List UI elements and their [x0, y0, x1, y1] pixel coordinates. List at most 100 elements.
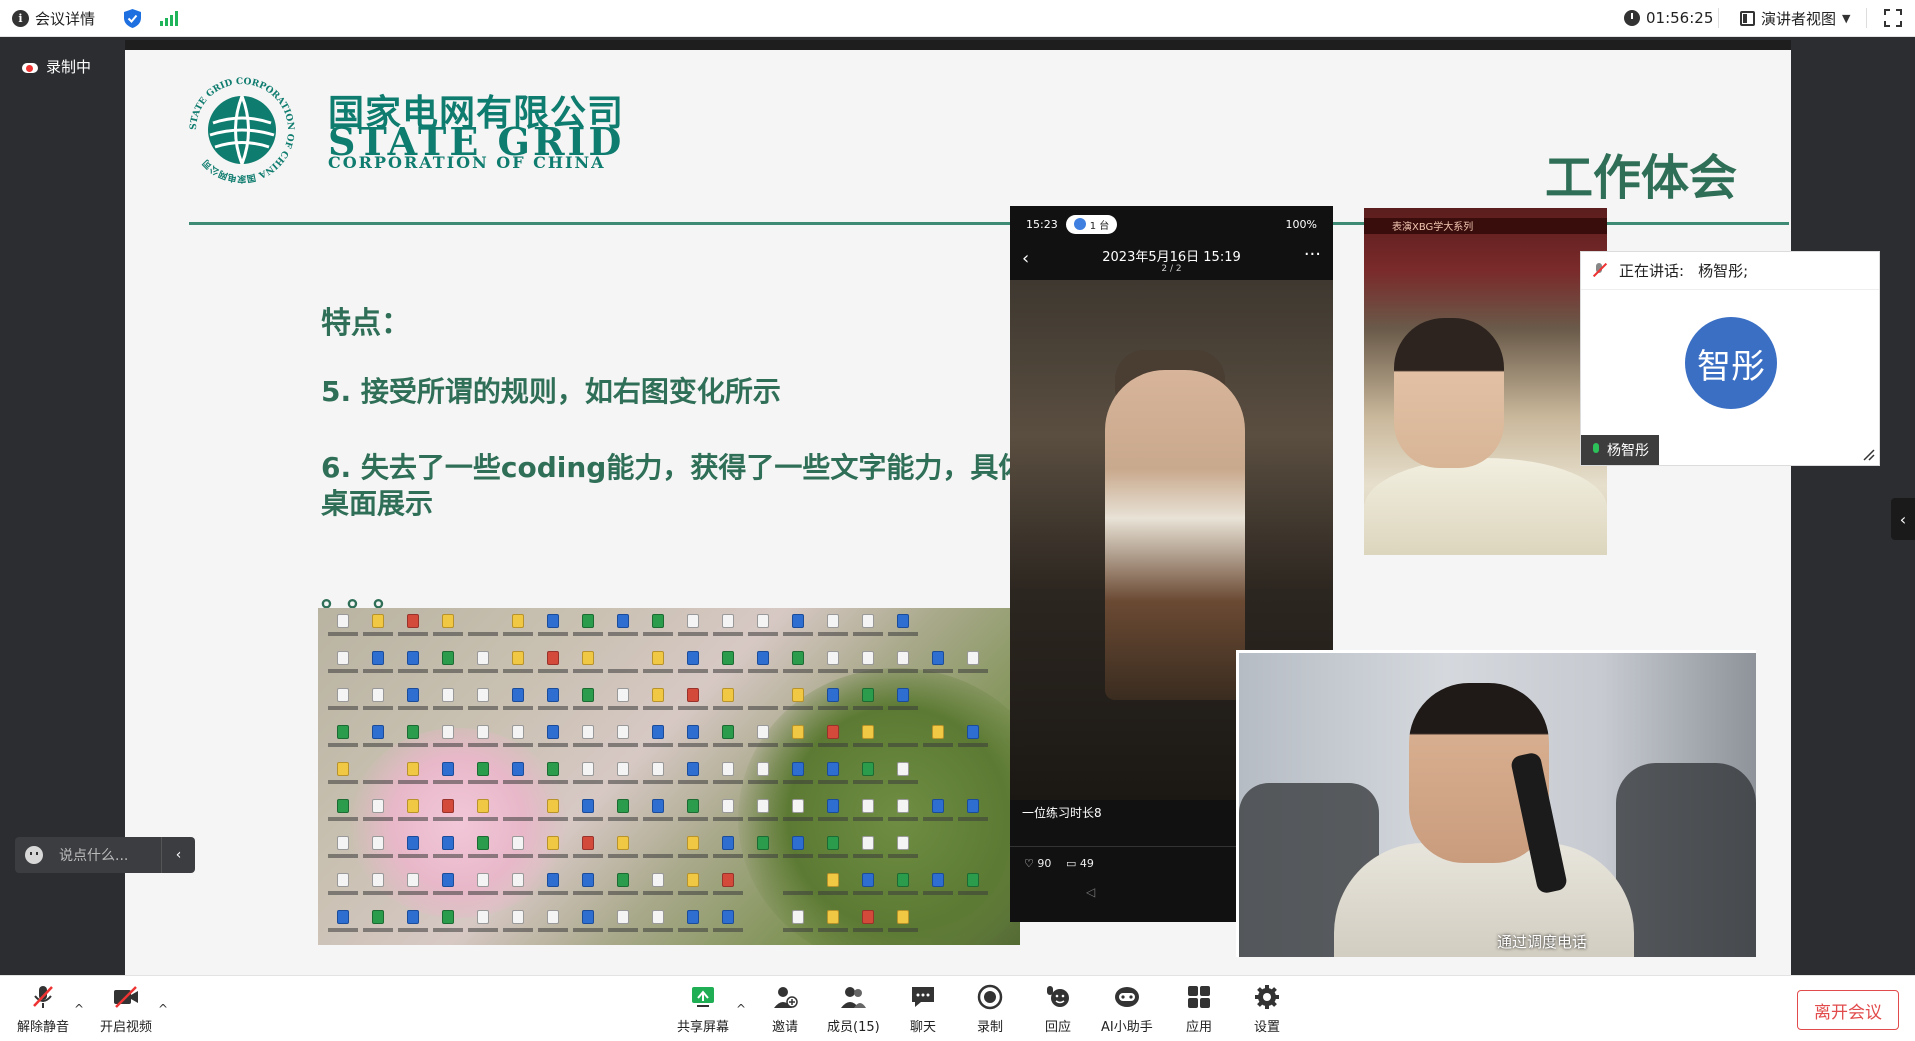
desktop-file-icon — [781, 799, 815, 836]
desktop-file-icon — [501, 614, 535, 651]
slide-top-border — [125, 40, 1791, 50]
invite-button[interactable]: 邀请 — [771, 984, 799, 1035]
desktop-file-icon — [536, 651, 570, 688]
desktop-file-icon — [536, 762, 570, 799]
expand-sidebar-button[interactable]: ‹ — [1891, 498, 1915, 540]
ai-assistant-button[interactable]: AI小助手 — [1101, 984, 1153, 1035]
settings-button[interactable]: 设置 — [1253, 984, 1281, 1035]
video-options-caret[interactable]: ^ — [158, 1002, 168, 1016]
desktop-file-icon — [851, 725, 885, 762]
desktop-file-icon — [921, 910, 955, 945]
desktop-file-icon — [676, 836, 710, 873]
desktop-file-icon — [396, 799, 430, 836]
desktop-file-icon — [536, 688, 570, 725]
desktop-file-icon — [466, 725, 500, 762]
desktop-file-icon — [501, 651, 535, 688]
desktop-file-icon — [431, 725, 465, 762]
chat-button[interactable]: 聊天 — [909, 984, 937, 1035]
desktop-file-icon — [606, 688, 640, 725]
desktop-file-icon — [326, 836, 360, 873]
desktop-file-icon — [781, 614, 815, 651]
phone-battery: 100% — [1285, 217, 1317, 231]
desktop-file-icon — [431, 762, 465, 799]
reaction-button[interactable]: 回应 — [1044, 984, 1072, 1035]
desktop-file-icon — [816, 799, 850, 836]
collapse-chat-icon[interactable]: ‹ — [161, 837, 195, 873]
view-mode-label: 演讲者视图 — [1761, 9, 1837, 28]
desktop-file-icon — [921, 651, 955, 688]
desktop-file-icon — [396, 725, 430, 762]
phone-pill: 1 台 — [1065, 214, 1118, 234]
phone-call-photo: 通过调度电话 — [1236, 650, 1756, 957]
desktop-file-icon — [466, 762, 500, 799]
desktop-file-icon — [606, 614, 640, 651]
meeting-info-button[interactable]: i 会议详情 — [12, 8, 95, 29]
slide-point-6-line1: 6. 失去了一些coding能力，获得了一些文字能力，具体看 — [321, 451, 1055, 484]
desktop-file-icon — [466, 910, 500, 945]
desktop-file-icon — [921, 873, 955, 910]
desktop-file-icon — [466, 614, 500, 651]
like-count: ♡ 90 — [1024, 857, 1052, 870]
recording-indicator[interactable]: 录制中 — [22, 56, 91, 77]
record-button[interactable]: 录制 — [976, 984, 1004, 1035]
add-user-icon — [774, 987, 798, 1008]
apps-grid-icon — [1188, 986, 1210, 1008]
unmute-button[interactable]: 解除静音 — [17, 984, 69, 1035]
desktop-file-icon — [641, 873, 675, 910]
desktop-file-icon — [361, 799, 395, 836]
desktop-file-icon — [921, 725, 955, 762]
chat-placeholder[interactable]: 说点什么... — [59, 845, 128, 865]
view-mode-dropdown[interactable]: 演讲者视图 ▼ — [1740, 8, 1850, 29]
desktop-file-icon — [641, 725, 675, 762]
emoji-icon[interactable] — [25, 846, 43, 864]
share-options-caret[interactable]: ^ — [736, 1002, 746, 1016]
desktop-file-icon — [816, 725, 850, 762]
desktop-file-icon — [956, 651, 990, 688]
phone-page-indicator: 2 / 2 — [1161, 264, 1182, 274]
desktop-file-icon — [886, 873, 920, 910]
audio-options-caret[interactable]: ^ — [74, 1002, 84, 1016]
desktop-file-icon — [606, 762, 640, 799]
desktop-file-icon — [781, 725, 815, 762]
leave-meeting-button[interactable]: 离开会议 — [1797, 990, 1899, 1030]
desktop-file-icon — [571, 836, 605, 873]
desktop-file-icon — [886, 762, 920, 799]
desktop-file-icon — [641, 799, 675, 836]
desktop-file-icon — [711, 910, 745, 945]
desktop-file-icon — [886, 614, 920, 651]
desktop-file-icon — [536, 725, 570, 762]
start-video-button[interactable]: 开启视频 — [100, 984, 152, 1035]
photo-subtitle: 通过调度电话 — [1497, 933, 1588, 951]
desktop-file-icon — [746, 873, 780, 910]
desktop-file-icon — [851, 836, 885, 873]
desktop-file-icon — [711, 688, 745, 725]
desktop-file-icon — [396, 873, 430, 910]
mic-active-icon — [1591, 443, 1601, 457]
resize-handle-icon[interactable] — [1861, 447, 1875, 461]
desktop-file-icon — [571, 762, 605, 799]
photo-banner: 表演XBG学大系列 — [1364, 218, 1607, 234]
desktop-file-icon — [326, 688, 360, 725]
share-screen-button[interactable]: 共享屏幕 — [677, 984, 729, 1035]
desktop-file-icon — [571, 614, 605, 651]
desktop-file-icon — [326, 873, 360, 910]
desktop-file-icon — [676, 762, 710, 799]
chat-quick-input[interactable]: 说点什么... ‹ — [15, 837, 195, 873]
fullscreen-icon[interactable] — [1884, 9, 1902, 27]
phone-nav-bar: ‹ 2023年5月16日 15:19 2 / 2 ··· — [1010, 242, 1333, 278]
state-grid-emblem-icon: STATE GRID CORPORATION OF CHINA 国家电网公司 — [189, 77, 295, 185]
desktop-file-icon — [886, 688, 920, 725]
apps-button[interactable]: 应用 — [1185, 984, 1213, 1035]
active-speaker-panel[interactable]: 正在讲话: 杨智彤; 智彤 杨智彤 — [1580, 251, 1880, 466]
desktop-file-icon — [641, 910, 675, 945]
desktop-file-icon — [956, 688, 990, 725]
security-shield-icon[interactable] — [124, 9, 141, 28]
phone-time: 15:23 — [1026, 217, 1058, 231]
desktop-file-icon — [746, 614, 780, 651]
desktop-file-icon — [851, 799, 885, 836]
desktop-file-icon — [851, 614, 885, 651]
members-button[interactable]: 成员(15) — [827, 984, 880, 1035]
network-signal-icon[interactable] — [160, 11, 178, 26]
desktop-file-icon — [641, 688, 675, 725]
desktop-file-icon — [396, 836, 430, 873]
